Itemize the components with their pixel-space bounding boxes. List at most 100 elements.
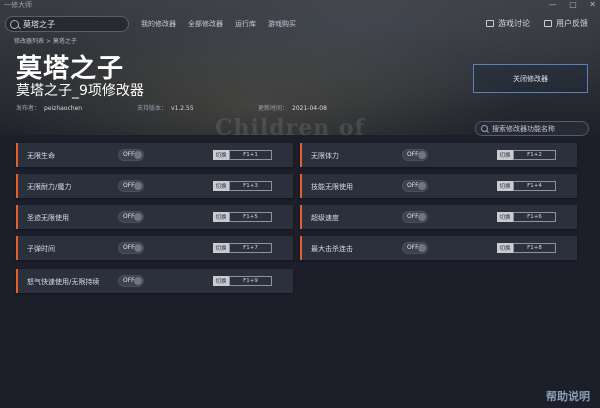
toggle-state: OFF xyxy=(123,277,135,284)
toggle-state: OFF xyxy=(407,213,419,220)
hotkey-field[interactable]: F1+8 xyxy=(513,243,556,253)
feedback-link[interactable]: 用户反馈 xyxy=(544,18,588,29)
hotkey-field[interactable]: F1+5 xyxy=(229,212,272,222)
toggle-knob xyxy=(134,244,142,252)
hotkey-field[interactable]: F1+3 xyxy=(229,181,272,191)
feature-row: 超级速度 OFF 切换 F1+6 xyxy=(300,205,577,229)
minimize-icon[interactable]: — xyxy=(549,0,557,9)
app-name: 一修大师 xyxy=(4,1,32,9)
feature-label: 最大击杀连击 xyxy=(311,245,353,253)
hotkey-field[interactable]: F1+4 xyxy=(513,181,556,191)
feature-row: 最大击杀连击 OFF 切换 F1+8 xyxy=(300,236,577,260)
game-search-input[interactable] xyxy=(23,19,123,29)
toggle-knob xyxy=(134,213,142,221)
feature-row: 无限体力 OFF 切换 F1+2 xyxy=(300,143,577,167)
feature-row: 无限耐力/魔力 OFF 切换 F1+3 xyxy=(16,174,293,198)
breadcrumb[interactable]: 修改器列表 > 莫塔之子 xyxy=(14,36,77,45)
feature-toggle[interactable]: OFF xyxy=(118,211,144,223)
hotkey-tag: 切换 xyxy=(497,243,513,253)
feature-search-box[interactable] xyxy=(475,121,589,136)
hotkey-field[interactable]: F1+9 xyxy=(229,276,272,286)
discuss-link[interactable]: 游戏讨论 xyxy=(486,18,530,29)
feature-toggle[interactable]: OFF xyxy=(402,149,428,161)
feedback-icon xyxy=(544,20,552,27)
feature-label: 超级速度 xyxy=(311,214,339,222)
header-links: 游戏讨论 用户反馈 xyxy=(486,18,588,29)
feature-label: 怒气快速使用/无限持续 xyxy=(27,278,100,286)
nav-runtime[interactable]: 运行库 xyxy=(235,19,256,29)
feature-search-input[interactable] xyxy=(492,124,584,133)
hotkey-tag: 切换 xyxy=(497,212,513,222)
feature-row: 技能无限使用 OFF 切换 F1+4 xyxy=(300,174,577,198)
hotkey-tag: 切换 xyxy=(213,150,229,160)
toggle-state: OFF xyxy=(407,151,419,158)
feature-label: 无限耐力/魔力 xyxy=(27,183,72,191)
hero-watermark: Children of xyxy=(215,115,365,141)
toggle-state: OFF xyxy=(123,213,135,220)
close-trainer-button[interactable]: 关闭修改器 xyxy=(473,64,588,93)
feature-toggle[interactable]: OFF xyxy=(118,180,144,192)
nav-game-store[interactable]: 游戏购买 xyxy=(268,19,296,29)
toggle-knob xyxy=(418,244,426,252)
feature-label: 子弹时间 xyxy=(27,245,55,253)
publisher-meta: 发布者： peizhaochen xyxy=(16,103,82,112)
feature-toggle[interactable]: OFF xyxy=(118,275,144,287)
feature-row: 怒气快速使用/无限持续 OFF 切换 F1+9 xyxy=(16,269,293,293)
updated-meta: 更新时间： 2021-04-08 xyxy=(258,103,327,112)
toggle-state: OFF xyxy=(123,182,135,189)
feature-toggle[interactable]: OFF xyxy=(118,242,144,254)
close-icon[interactable]: ✕ xyxy=(589,0,596,9)
updated-value: 2021-04-08 xyxy=(292,105,327,112)
feedback-label: 用户反馈 xyxy=(556,19,588,28)
search-icon xyxy=(481,125,488,132)
publisher-value: peizhaochen xyxy=(44,105,83,112)
hotkey-field[interactable]: F1+7 xyxy=(229,243,272,253)
hotkey-field[interactable]: F1+2 xyxy=(513,150,556,160)
version-value: v1.2.55 xyxy=(171,105,194,112)
feature-toggle[interactable]: OFF xyxy=(402,180,428,192)
version-label: 支持版本： xyxy=(137,105,168,112)
feature-toggle[interactable]: OFF xyxy=(118,149,144,161)
publisher-label: 发布者： xyxy=(16,105,41,112)
feature-label: 无限生命 xyxy=(27,152,55,160)
feature-toggle[interactable]: OFF xyxy=(402,211,428,223)
toggle-knob xyxy=(134,151,142,159)
nav-my-trainers[interactable]: 我的修改器 xyxy=(141,19,176,29)
feature-label: 技能无限使用 xyxy=(311,183,353,191)
trainer-subtitle: 莫塔之子_9项修改器 xyxy=(16,83,144,99)
updated-label: 更新时间： xyxy=(258,105,289,112)
maximize-icon[interactable]: □ xyxy=(569,0,577,9)
hotkey-tag: 切换 xyxy=(213,276,229,286)
feature-toggle[interactable]: OFF xyxy=(402,242,428,254)
toggle-knob xyxy=(418,151,426,159)
toggle-knob xyxy=(418,213,426,221)
toggle-state: OFF xyxy=(123,244,135,251)
hotkey-tag: 切换 xyxy=(213,212,229,222)
help-link[interactable]: 帮助说明 xyxy=(546,388,590,404)
toggle-state: OFF xyxy=(407,244,419,251)
nav-all-trainers[interactable]: 全部修改器 xyxy=(188,19,223,29)
toggle-state: OFF xyxy=(407,182,419,189)
feature-label: 无限体力 xyxy=(311,152,339,160)
top-nav: 我的修改器 全部修改器 运行库 游戏购买 xyxy=(141,19,296,29)
toggle-state: OFF xyxy=(123,151,135,158)
hotkey-tag: 切换 xyxy=(497,181,513,191)
hotkey-field[interactable]: F1+1 xyxy=(229,150,272,160)
title-bar: 一修大师 — □ ✕ xyxy=(0,0,600,12)
hotkey-tag: 切换 xyxy=(213,243,229,253)
feature-row: 子弹时间 OFF 切换 F1+7 xyxy=(16,236,293,260)
version-meta: 支持版本： v1.2.55 xyxy=(137,103,194,112)
discuss-label: 游戏讨论 xyxy=(498,19,530,28)
toggle-knob xyxy=(134,182,142,190)
game-search-box[interactable] xyxy=(5,16,129,32)
hotkey-field[interactable]: F1+6 xyxy=(513,212,556,222)
chat-icon xyxy=(486,20,494,27)
search-icon xyxy=(10,19,19,29)
feature-label: 圣迹无限使用 xyxy=(27,214,69,222)
feature-row: 圣迹无限使用 OFF 切换 F1+5 xyxy=(16,205,293,229)
window-controls: — □ ✕ xyxy=(539,0,596,9)
feature-row: 无限生命 OFF 切换 F1+1 xyxy=(16,143,293,167)
toggle-knob xyxy=(418,182,426,190)
toggle-knob xyxy=(134,277,142,285)
hotkey-tag: 切换 xyxy=(497,150,513,160)
